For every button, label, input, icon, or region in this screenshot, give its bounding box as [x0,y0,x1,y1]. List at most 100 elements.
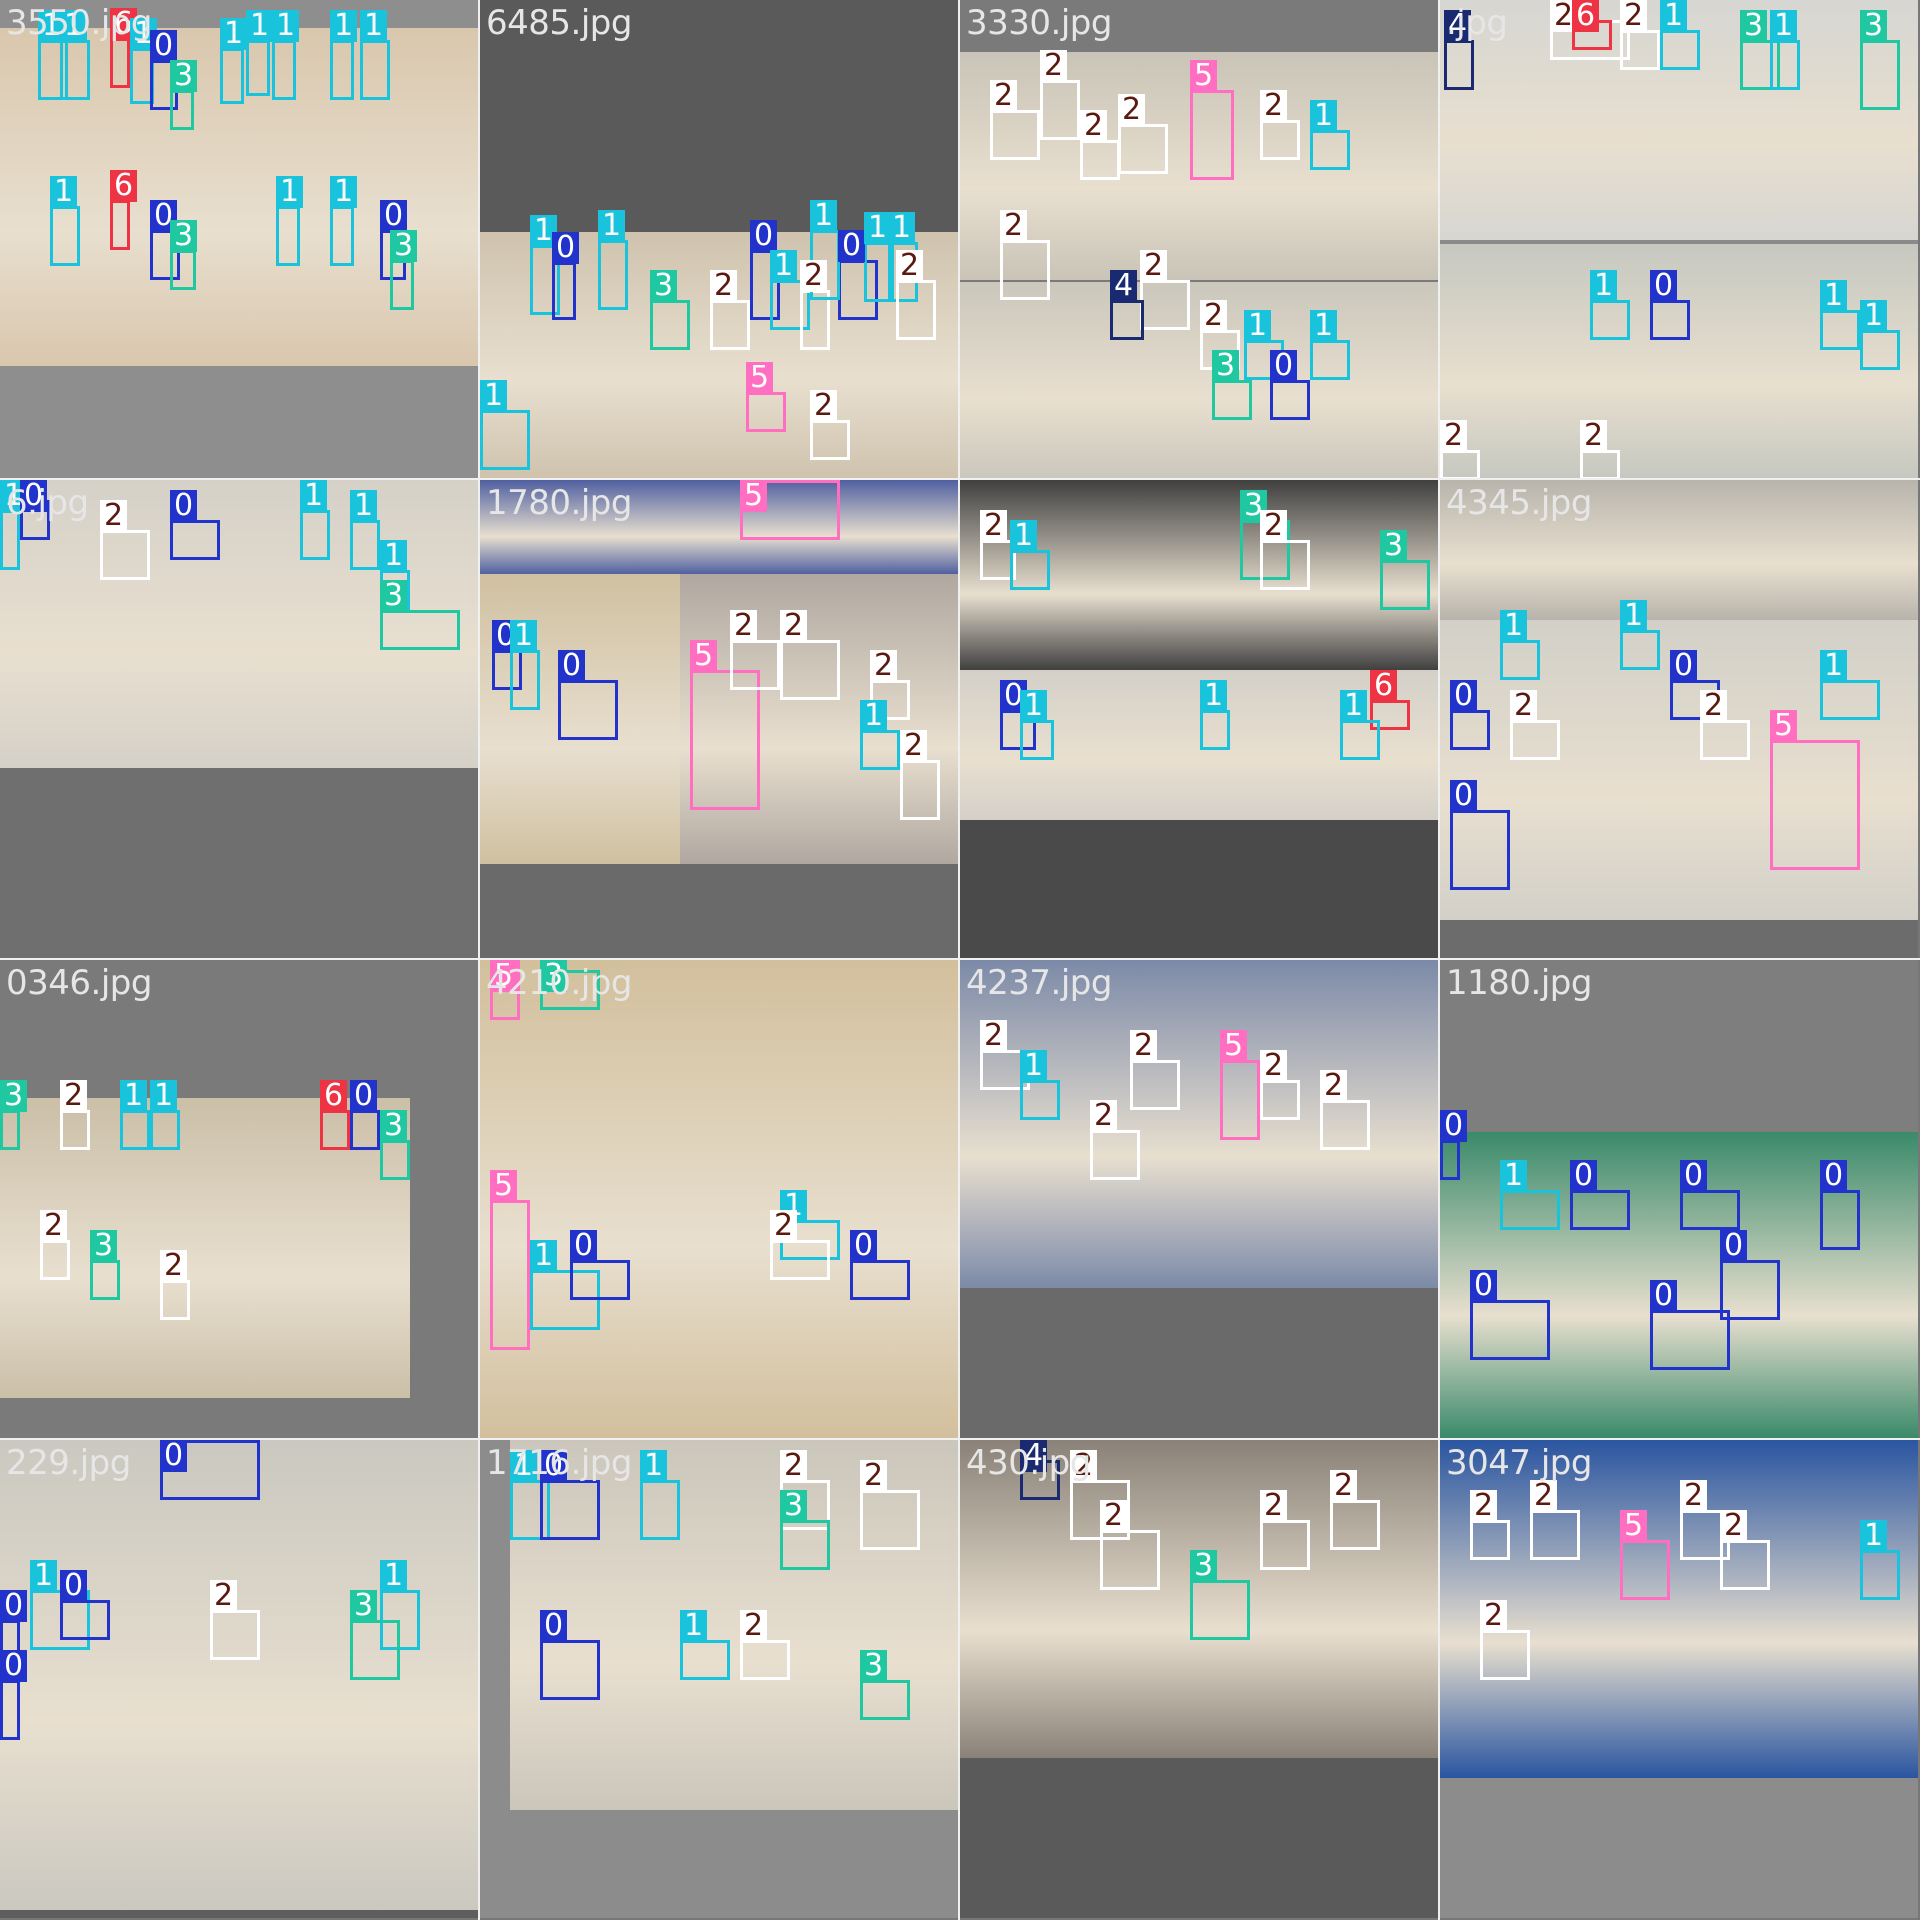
detection-box [490,1200,530,1350]
detection-box [1220,1060,1260,1140]
class-label: 1 [860,700,888,732]
class-label: 3 [0,1080,28,1112]
detection-box [730,640,780,690]
detection-box [896,280,936,340]
class-label: 1 [30,1560,58,1592]
detection-box [680,1640,730,1680]
class-label: 3 [860,1650,888,1682]
class-label: 0 [1670,650,1698,682]
detection-box [1200,710,1230,750]
grid-divider [958,0,960,1920]
class-label: 1 [770,250,798,282]
class-label: 6 [1370,670,1398,702]
detection-box [1570,1190,1630,1230]
mosaic-tile: 1780.jpg 5 0 1 0 5 2 2 2 1 2 [480,480,958,958]
class-label: 2 [1680,1480,1708,1512]
class-label: 3 [90,1230,118,1262]
detection-box [1118,124,1168,174]
detection-box [1010,550,1050,590]
tile-filename: 430.jpg [966,1443,1091,1483]
detection-box [1860,330,1900,370]
detection-box [1820,1190,1860,1250]
tile-filename: 1716.jpg [486,1443,632,1483]
detection-box [1650,300,1690,340]
detection-box [1020,720,1054,760]
class-label: 4 [1110,270,1138,302]
classroom-photo [1440,1440,1918,1778]
tile-filename: 229.jpg [6,1443,131,1483]
class-label: 1 [510,620,538,652]
class-label: 1 [380,1560,408,1592]
grid-divider [0,478,1920,480]
detection-box [50,206,80,266]
class-label: 1 [276,176,304,208]
class-label: 1 [1820,280,1848,312]
class-label: 0 [0,1650,28,1682]
detection-box [850,1260,910,1300]
class-label: 1 [480,380,508,412]
classroom-photo [480,960,958,1438]
class-label: 2 [1090,1100,1118,1132]
detection-box [1440,1140,1460,1180]
mosaic-tile: 430.jpg 4 2 2 3 2 2 [960,1440,1438,1918]
detection-box [860,1490,920,1550]
class-label: 1 [888,212,916,244]
detection-box [60,1110,90,1150]
detection-box [740,1640,790,1680]
detection-box [1470,1520,1510,1560]
detection-box [1500,640,1540,680]
class-label: 5 [690,640,718,672]
class-label: 2 [1530,1480,1558,1512]
class-label: 6 [320,1080,348,1112]
class-label: 0 [170,490,198,522]
class-label: 3 [1860,10,1888,42]
mosaic-tile: 0346.jpg 3 2 1 1 6 0 3 2 3 2 [0,960,478,1438]
class-label: 2 [1480,1600,1508,1632]
class-label: 2 [40,1210,68,1242]
mosaic-tile: 1716.jpg 1 0 1 2 3 2 0 1 2 3 [480,1440,958,1918]
class-label: 1 [1860,300,1888,332]
detection-box [220,48,244,104]
detection-box [1190,90,1234,180]
detection-box [1530,1510,1580,1560]
tile-filename: 0346.jpg [6,963,152,1003]
detection-box [1260,1080,1300,1120]
class-label: 2 [1580,420,1608,452]
grid-divider [0,1438,1920,1440]
class-label: 5 [490,1170,518,1202]
detection-box [480,410,530,470]
tile-filename: 1780.jpg [486,483,632,523]
detection-box [558,680,618,740]
class-label: 1 [1200,680,1228,712]
detection-box [900,760,940,820]
detection-box [860,730,900,770]
class-label: 3 [170,220,198,252]
class-label: 2 [1260,510,1288,542]
class-label: 2 [1700,690,1728,722]
class-label: 2 [160,1250,188,1282]
class-label: 2 [210,1580,238,1612]
mosaic-tile: 3330.jpg 2 2 5 2 2 1 2 2 4 2 3 1 0 1 2 [960,0,1438,478]
class-label: 1 [350,490,378,522]
class-label: 1 [530,1240,558,1272]
class-label: 1 [272,10,300,42]
detection-box [110,200,130,250]
class-label: 2 [1440,420,1468,452]
detection-box [330,206,354,266]
detection-box [1110,300,1144,340]
mosaic-tile: 3047.jpg 2 2 5 2 2 1 2 [1440,1440,1918,1918]
detection-box [1310,130,1350,170]
mosaic-tile: 6.jpg 1 0 2 0 1 1 1 3 [0,480,478,958]
class-label: 1 [1860,1520,1888,1552]
detection-box [540,1640,600,1700]
mosaic-tile: 1180.jpg 0 1 0 0 0 0 0 0 [1440,960,1918,1438]
class-label: 0 [1470,1270,1498,1302]
tile-filename: 3330.jpg [966,3,1112,43]
class-label: 6 [110,170,138,202]
detection-box [40,1240,70,1280]
class-label: 2 [60,1080,88,1112]
mosaic-tile: 6485.jpg 1 0 1 3 2 0 1 2 0 1 1 2 1 5 1 2 [480,0,958,478]
class-label: 2 [740,1610,768,1642]
class-label: 1 [1020,1050,1048,1082]
class-label: 1 [360,10,388,42]
